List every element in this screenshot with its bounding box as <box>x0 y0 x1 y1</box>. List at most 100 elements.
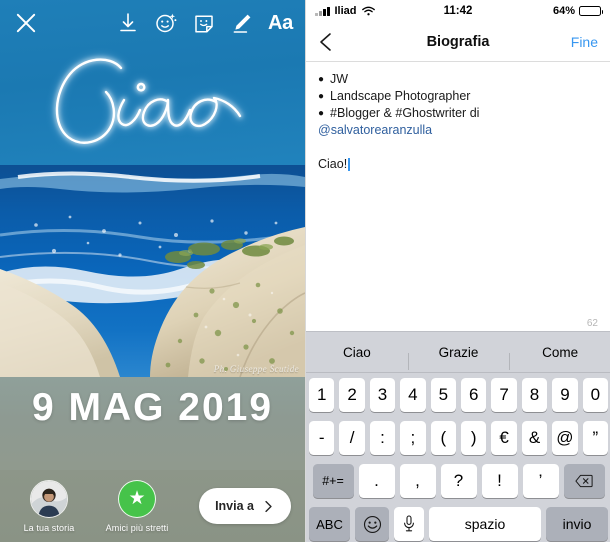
close-friends-badge[interactable]: ★ <box>118 479 156 518</box>
status-left: Iliad <box>315 5 375 17</box>
key-euro[interactable]: € <box>491 421 517 455</box>
microphone-glyph <box>404 515 414 532</box>
key-period[interactable]: . <box>358 464 395 498</box>
bio-editing-text: Ciao! <box>318 157 348 171</box>
key-paren-open[interactable]: ( <box>430 421 456 455</box>
prediction-item[interactable]: Grazie <box>407 345 510 370</box>
destination-label: Amici più stretti <box>105 522 169 533</box>
key-at[interactable]: @ <box>552 421 578 455</box>
close-icon[interactable] <box>12 9 40 37</box>
key-5[interactable]: 5 <box>430 378 456 412</box>
text-tool-label[interactable]: Aa <box>268 13 293 33</box>
screenshot-root: Aa Ph. Giuseppe Scutide 9 MAG 2019 La tu… <box>0 0 610 542</box>
ios-bio-editor: Iliad 11:42 64% Biografia Fine ● JW ● La… <box>305 0 610 542</box>
chevron-left-icon[interactable] <box>318 31 334 53</box>
key-2[interactable]: 2 <box>339 378 365 412</box>
navigation-bar: Biografia Fine <box>306 22 610 62</box>
key-exclamation[interactable]: ! <box>481 464 518 498</box>
delete-backspace-icon[interactable] <box>563 464 605 498</box>
prediction-bar: Ciao Grazie Come <box>306 332 610 373</box>
keyboard-row-numbers: 1 2 3 4 5 6 7 8 9 0 <box>306 378 610 412</box>
key-9[interactable]: 9 <box>552 378 578 412</box>
key-quote[interactable]: ” <box>582 421 609 455</box>
ios-keyboard: Ciao Grazie Come 1 2 3 4 5 6 7 8 9 0 - /… <box>306 331 610 542</box>
key-hyphen[interactable]: - <box>308 421 335 455</box>
key-comma[interactable]: , <box>399 464 436 498</box>
destination-your-story[interactable]: La tua storia <box>12 479 86 533</box>
story-date-text[interactable]: 9 MAG 2019 <box>0 383 305 433</box>
keyboard-row-bottom: ABC spazio invio <box>306 507 610 541</box>
key-slash[interactable]: / <box>339 421 365 455</box>
bio-line: ● Landscape Photographer <box>318 88 598 105</box>
draw-pen-icon[interactable] <box>230 11 254 35</box>
story-photo: Ph. Giuseppe Scutide <box>0 165 305 377</box>
status-bar: Iliad 11:42 64% <box>306 0 610 22</box>
wifi-icon <box>361 6 375 16</box>
send-to-button[interactable]: Invia a <box>199 488 291 524</box>
download-icon[interactable] <box>116 11 140 35</box>
key-paren-close[interactable]: ) <box>461 421 487 455</box>
text-cursor <box>348 158 350 171</box>
key-enter[interactable]: invio <box>546 507 608 541</box>
photo-watermark: Ph. Giuseppe Scutide <box>213 364 299 374</box>
avatar-image <box>31 480 67 517</box>
instagram-story-composer: Aa Ph. Giuseppe Scutide 9 MAG 2019 La tu… <box>0 0 305 542</box>
backspace-glyph <box>575 474 593 488</box>
effects-face-icon[interactable] <box>154 11 178 35</box>
key-ampersand[interactable]: & <box>521 421 548 455</box>
bio-blank-line <box>318 139 598 156</box>
story-overlay-text[interactable] <box>0 44 305 169</box>
bio-line-text: #Blogger & #Ghostwriter di <box>330 106 480 120</box>
key-3[interactable]: 3 <box>369 378 396 412</box>
key-0[interactable]: 0 <box>582 378 609 412</box>
key-more-symbols[interactable]: #+= <box>312 464 354 498</box>
bio-text-area[interactable]: ● JW ● Landscape Photographer ● #Blogger & … <box>306 62 610 337</box>
key-6[interactable]: 6 <box>461 378 487 412</box>
bullet-icon: ● <box>318 108 325 119</box>
key-colon[interactable]: : <box>369 421 396 455</box>
key-8[interactable]: 8 <box>521 378 548 412</box>
character-counter: 62 <box>586 318 598 329</box>
status-right: 64% <box>552 5 603 17</box>
key-1[interactable]: 1 <box>308 378 335 412</box>
key-4[interactable]: 4 <box>400 378 426 412</box>
avatar[interactable] <box>30 479 68 518</box>
bio-line: ● JW <box>318 71 598 88</box>
chevron-right-icon <box>265 500 272 512</box>
emoji-smiley-icon[interactable] <box>355 507 389 541</box>
star-icon: ★ <box>128 488 146 509</box>
bio-editing-line[interactable]: Ciao! <box>318 156 598 173</box>
bullet-icon: ● <box>318 74 325 85</box>
ciao-script-svg <box>28 44 278 169</box>
destination-close-friends[interactable]: ★ Amici più stretti <box>100 479 174 533</box>
carrier-label: Iliad <box>334 5 357 17</box>
keyboard-row-punctuation: #+= . , ? ! ’ <box>306 464 610 498</box>
prediction-item[interactable]: Come <box>509 345 610 370</box>
bullet-icon: ● <box>318 91 325 102</box>
story-destinations: La tua storia ★ Amici più stretti <box>12 479 174 533</box>
done-button[interactable]: Fine <box>571 34 598 50</box>
send-to-label: Invia a <box>215 499 254 513</box>
key-7[interactable]: 7 <box>491 378 517 412</box>
battery-percent: 64% <box>552 5 575 17</box>
bio-line: ● #Blogger & #Ghostwriter di <box>318 105 598 122</box>
key-question[interactable]: ? <box>440 464 477 498</box>
story-bottom-bar: La tua storia ★ Amici più stretti Invia … <box>0 470 305 542</box>
bio-mention-line[interactable]: @salvatorearanzulla <box>318 122 598 139</box>
key-apostrophe[interactable]: ’ <box>522 464 559 498</box>
destination-label: La tua storia <box>23 522 75 533</box>
story-toolbar: Aa <box>0 0 305 46</box>
sticker-icon[interactable] <box>192 11 216 35</box>
key-abc[interactable]: ABC <box>309 507 350 541</box>
key-space[interactable]: spazio <box>429 507 541 541</box>
signal-bars-icon <box>315 6 330 16</box>
key-semicolon[interactable]: ; <box>400 421 426 455</box>
battery-icon <box>579 6 603 16</box>
emoji-glyph <box>363 515 381 533</box>
prediction-item[interactable]: Ciao <box>306 345 408 360</box>
seascape-photo-svg <box>0 165 305 377</box>
story-tool-icons: Aa <box>116 11 293 35</box>
page-title: Biografia <box>426 33 490 50</box>
microphone-icon[interactable] <box>394 507 424 541</box>
bio-line-text: JW <box>330 72 349 86</box>
